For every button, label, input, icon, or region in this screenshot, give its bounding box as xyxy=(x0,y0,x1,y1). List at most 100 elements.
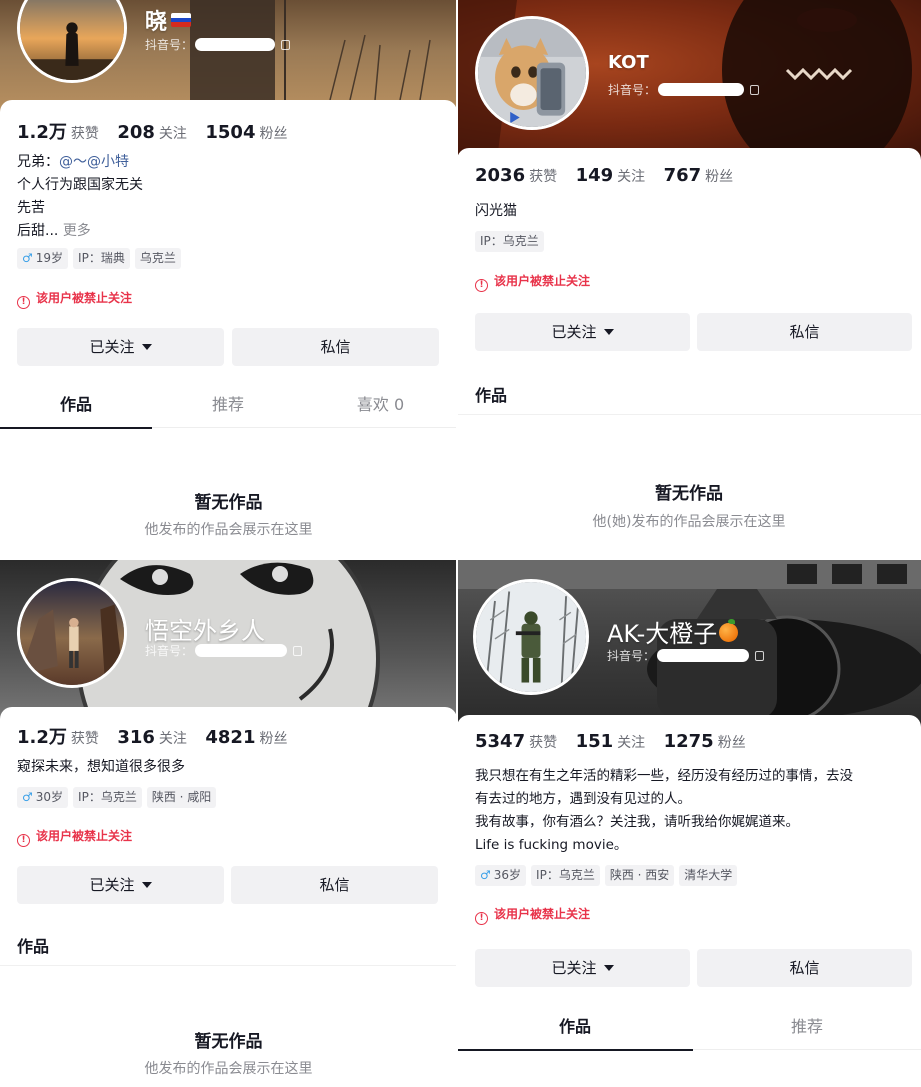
tab-bar: 作品 推荐 喜欢 0 xyxy=(0,386,457,429)
nickname: KOT xyxy=(608,52,649,73)
redacted-id xyxy=(658,83,745,96)
ip-tag: IP：乌克兰 xyxy=(531,865,600,886)
avatar[interactable] xyxy=(473,579,589,695)
tab-recommended[interactable]: 推荐 xyxy=(693,1008,921,1050)
profile-card: 5347 获赞 151 关注 1275 粉丝 我只想在有生之年活的精彩一些，经历没有经… xyxy=(457,715,921,1087)
section-divider xyxy=(0,965,457,966)
more-link[interactable]: 更多 xyxy=(63,223,91,239)
orange-emoji-icon xyxy=(719,619,739,642)
profile-card: 1.2万 获赞 208 关注 1504 粉丝 兄弟：@～@小特 个人行为跟国家无关 先… xyxy=(0,100,457,559)
warning-circle-icon: ! xyxy=(17,296,30,309)
likes-stat[interactable]: 2036 获赞 xyxy=(475,165,557,186)
stats-row: 5347 获赞 151 关注 1275 粉丝 xyxy=(475,731,760,752)
empty-state-subtitle: 他发布的作品会展示在这里 xyxy=(144,1061,313,1077)
followers-stat[interactable]: 1275 粉丝 xyxy=(664,731,746,752)
following-button[interactable]: 已关注 xyxy=(17,866,224,904)
empty-state-title: 暂无作品 xyxy=(655,484,723,504)
copy-icon[interactable] xyxy=(755,651,765,661)
redacted-id xyxy=(657,649,750,662)
likes-stat[interactable]: 5347 获赞 xyxy=(475,731,557,752)
avatar[interactable] xyxy=(475,16,589,130)
following-button[interactable]: 已关注 xyxy=(475,313,690,351)
tab-likes[interactable]: 喜欢 0 xyxy=(304,386,457,428)
tab-recommended[interactable]: 推荐 xyxy=(152,386,304,428)
age-tag: ♂ 30岁 xyxy=(17,787,69,808)
caret-down-icon xyxy=(141,882,152,888)
tab-works[interactable]: 作品 xyxy=(0,386,152,429)
copy-icon[interactable] xyxy=(281,40,291,50)
caret-down-icon xyxy=(603,965,614,971)
section-divider xyxy=(457,414,921,415)
tags-row: ♂ 36岁 IP：乌克兰 陕西 · 西安 清华大学 xyxy=(475,864,742,886)
panel-divider-vertical xyxy=(456,0,458,1087)
banned-notice: ! 该用户被禁止关注 xyxy=(17,827,132,847)
douyin-id: 抖音号： xyxy=(607,647,765,664)
message-button[interactable]: 私信 xyxy=(697,949,912,987)
stats-row: 1.2万 获赞 316 关注 4821 粉丝 xyxy=(17,723,301,749)
message-button[interactable]: 私信 xyxy=(231,866,438,904)
following-stat[interactable]: 149 关注 xyxy=(576,165,646,186)
tags-row: ♂ 30岁 IP：乌克兰 陕西 · 咸阳 xyxy=(17,786,221,808)
panel-divider-horizontal xyxy=(0,558,921,560)
following-stat[interactable]: 208 关注 xyxy=(117,122,187,143)
ip-tag: IP：乌克兰 xyxy=(73,787,142,808)
followers-stat[interactable]: 4821 粉丝 xyxy=(205,727,287,748)
caret-down-icon xyxy=(141,344,152,350)
location-tag: 乌克兰 xyxy=(134,248,181,269)
age-tag: ♂ 36岁 xyxy=(475,865,527,886)
douyin-id: 抖音号： xyxy=(145,642,303,659)
profile-panel-2: KOT 抖音号： 2036 获赞 149 关注 767 粉丝 闪光猫 IP：乌克兰 !… xyxy=(457,0,921,559)
works-label[interactable]: 作品 xyxy=(475,382,507,406)
redacted-id xyxy=(195,644,288,657)
avatar[interactable] xyxy=(17,578,127,688)
tab-works[interactable]: 作品 xyxy=(457,1008,693,1051)
empty-state-subtitle: 他(她)发布的作品会展示在这里 xyxy=(592,514,786,530)
active-tab-indicator xyxy=(457,1049,693,1051)
copy-icon[interactable] xyxy=(293,646,303,656)
bio: 闪光猫 xyxy=(475,203,517,219)
likes-stat[interactable]: 1.2万 获赞 xyxy=(17,723,99,749)
douyin-id: 抖音号： xyxy=(145,36,291,53)
message-button[interactable]: 私信 xyxy=(232,328,439,366)
likes-stat[interactable]: 1.2万 获赞 xyxy=(17,118,99,144)
male-icon: ♂ xyxy=(480,868,491,882)
message-button[interactable]: 私信 xyxy=(697,313,912,351)
empty-state-title: 暂无作品 xyxy=(194,1032,263,1052)
school-tag: 清华大学 xyxy=(679,865,738,886)
ip-tag: IP：瑞典 xyxy=(73,248,130,269)
bio: 我只想在有生之年活的精彩一些，经历没有经历过的事情，去没 有去过的地方，遇到没有… xyxy=(475,768,853,853)
redacted-id xyxy=(195,38,276,51)
profile-card: 2036 获赞 149 关注 767 粉丝 闪光猫 IP：乌克兰 ! 该用户被禁止关注 … xyxy=(457,148,921,559)
banned-notice: ! 该用户被禁止关注 xyxy=(17,289,132,309)
tab-bar: 作品 推荐 xyxy=(457,1008,921,1051)
male-icon: ♂ xyxy=(22,251,33,265)
location-tag: 陕西 · 西安 xyxy=(604,865,675,886)
profile-panel-1: 晓 抖音号： 1.2万 获赞 208 关注 1504 粉丝 兄弟：@～@小特 个人行为… xyxy=(0,0,457,559)
bio: 窥探未来，想知道很多很多 xyxy=(17,759,185,775)
following-button[interactable]: 已关注 xyxy=(17,328,224,366)
banned-notice: ! 该用户被禁止关注 xyxy=(475,272,590,292)
nickname: 晓 xyxy=(145,4,192,36)
warning-circle-icon: ! xyxy=(475,279,488,292)
ip-tag: IP：乌克兰 xyxy=(475,231,544,252)
profile-card: 1.2万 获赞 316 关注 4821 粉丝 窥探未来，想知道很多很多 ♂ 30岁 IP：… xyxy=(0,707,457,1087)
age-tag: ♂ 19岁 xyxy=(17,248,69,269)
mention-link[interactable]: @～@小特 xyxy=(59,154,129,170)
banned-notice: ! 该用户被禁止关注 xyxy=(475,905,590,925)
following-button[interactable]: 已关注 xyxy=(475,949,690,987)
following-stat[interactable]: 316 关注 xyxy=(117,727,187,748)
works-label[interactable]: 作品 xyxy=(17,933,49,957)
followers-stat[interactable]: 767 粉丝 xyxy=(664,165,734,186)
russia-flag-icon xyxy=(171,13,192,27)
warning-circle-icon: ! xyxy=(17,834,30,847)
following-stat[interactable]: 151 关注 xyxy=(576,731,646,752)
profile-panel-4: AK-大橙子 抖音号： 5347 获赞 151 关注 1275 粉丝 我只想在有生之年… xyxy=(457,559,921,1087)
male-icon: ♂ xyxy=(22,790,33,804)
followers-stat[interactable]: 1504 粉丝 xyxy=(205,122,287,143)
douyin-id: 抖音号： xyxy=(608,81,760,98)
profile-panel-3: 悟空外乡人 抖音号： 1.2万 获赞 316 关注 4821 粉丝 窥探未来，想知道很… xyxy=(0,559,457,1087)
active-tab-indicator xyxy=(0,427,152,429)
copy-icon[interactable] xyxy=(750,85,760,95)
nickname: AK-大橙子 xyxy=(607,614,739,649)
stats-row: 1.2万 获赞 208 关注 1504 粉丝 xyxy=(17,118,301,144)
